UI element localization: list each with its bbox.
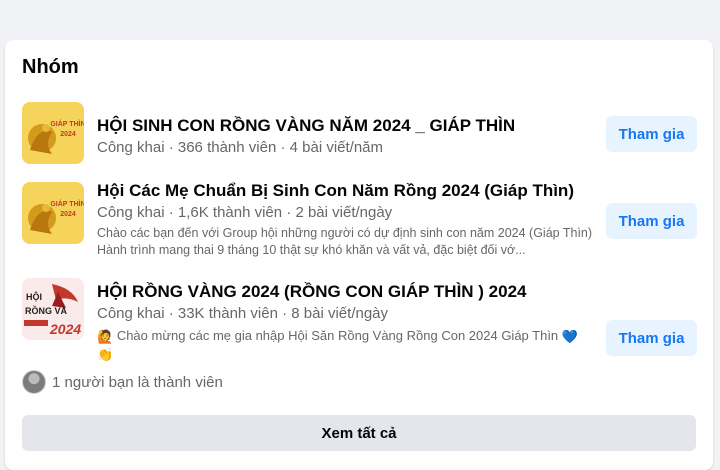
group-meta: Công khai · 366 thành viên · 4 bài viết/… (97, 139, 384, 156)
group-name[interactable]: HỘI RỒNG VÀNG 2024 (RỒNG CON GIÁP THÌN )… (97, 280, 597, 304)
join-button[interactable]: Tham gia (606, 203, 697, 239)
group-item-2[interactable]: GIÁP THÌN 2024 Hội Các Mẹ Chuẩn Bị Sinh … (22, 179, 697, 272)
group-item-3[interactable]: HỘI RỒNG VÀ 2024 HỘI RỒNG VÀNG 2024 (RỒN… (22, 278, 697, 362)
friends-text: 1 người bạn là thành viên (52, 373, 223, 391)
blue-heart-icon: 💙 (561, 329, 578, 344)
friends-membership: 1 người bạn là thành viên (22, 370, 223, 394)
thumb-text-1: HỘI (26, 291, 42, 302)
see-all-button[interactable]: Xem tất cả (22, 415, 696, 451)
clapping-hands-icon: 👏 (97, 347, 114, 362)
thumb-text-2: 2024 (60, 211, 76, 218)
section-title: Nhóm (22, 56, 79, 78)
group-thumbnail[interactable]: HỘI RỒNG VÀ 2024 (22, 278, 84, 340)
join-button[interactable]: Tham gia (606, 116, 697, 152)
thumb-text-3: 2024 (49, 321, 81, 337)
thumb-text-1: GIÁP THÌN (50, 119, 84, 128)
thumb-text-2: RỒNG VÀ (25, 305, 68, 316)
woman-raising-hand-icon: 🙋 (97, 329, 114, 344)
thumb-text-1: GIÁP THÌN (50, 199, 84, 208)
group-thumbnail[interactable]: GIÁP THÌN 2024 (22, 182, 84, 244)
group-info: Hội Các Mẹ Chuẩn Bị Sinh Con Năm Rồng 20… (97, 179, 597, 259)
friend-avatar[interactable] (22, 370, 46, 394)
group-meta: Công khai · 33K thành viên · 8 bài viết/… (97, 305, 389, 322)
group-description-text: Chào mừng các mẹ gia nhập Hội Săn Rồng V… (116, 328, 559, 343)
group-item-1[interactable]: GIÁP THÌN 2024 HỘI SINH CON RỒNG VÀNG NĂ… (22, 102, 697, 166)
group-name[interactable]: HỘI SINH CON RỒNG VÀNG NĂM 2024 _ GIÁP T… (97, 114, 597, 138)
group-name[interactable]: Hội Các Mẹ Chuẩn Bị Sinh Con Năm Rồng 20… (97, 179, 597, 203)
join-button[interactable]: Tham gia (606, 320, 697, 356)
thumb-text-2: 2024 (60, 131, 76, 138)
groups-card: Nhóm GIÁP THÌN 2024 HỘI SINH CON RỒNG VÀ… (5, 40, 713, 470)
group-info: HỘI RỒNG VÀNG 2024 (RỒNG CON GIÁP THÌN )… (97, 280, 597, 363)
group-info: HỘI SINH CON RỒNG VÀNG NĂM 2024 _ GIÁP T… (97, 102, 597, 158)
group-meta: Công khai · 1,6K thành viên · 2 bài viết… (97, 204, 393, 221)
group-description: 🙋 Chào mừng các mẹ gia nhập Hội Săn Rồng… (97, 327, 594, 363)
group-description: Chào các bạn đến với Group hội những ngư… (97, 226, 593, 257)
group-thumbnail[interactable]: GIÁP THÌN 2024 (22, 102, 84, 164)
